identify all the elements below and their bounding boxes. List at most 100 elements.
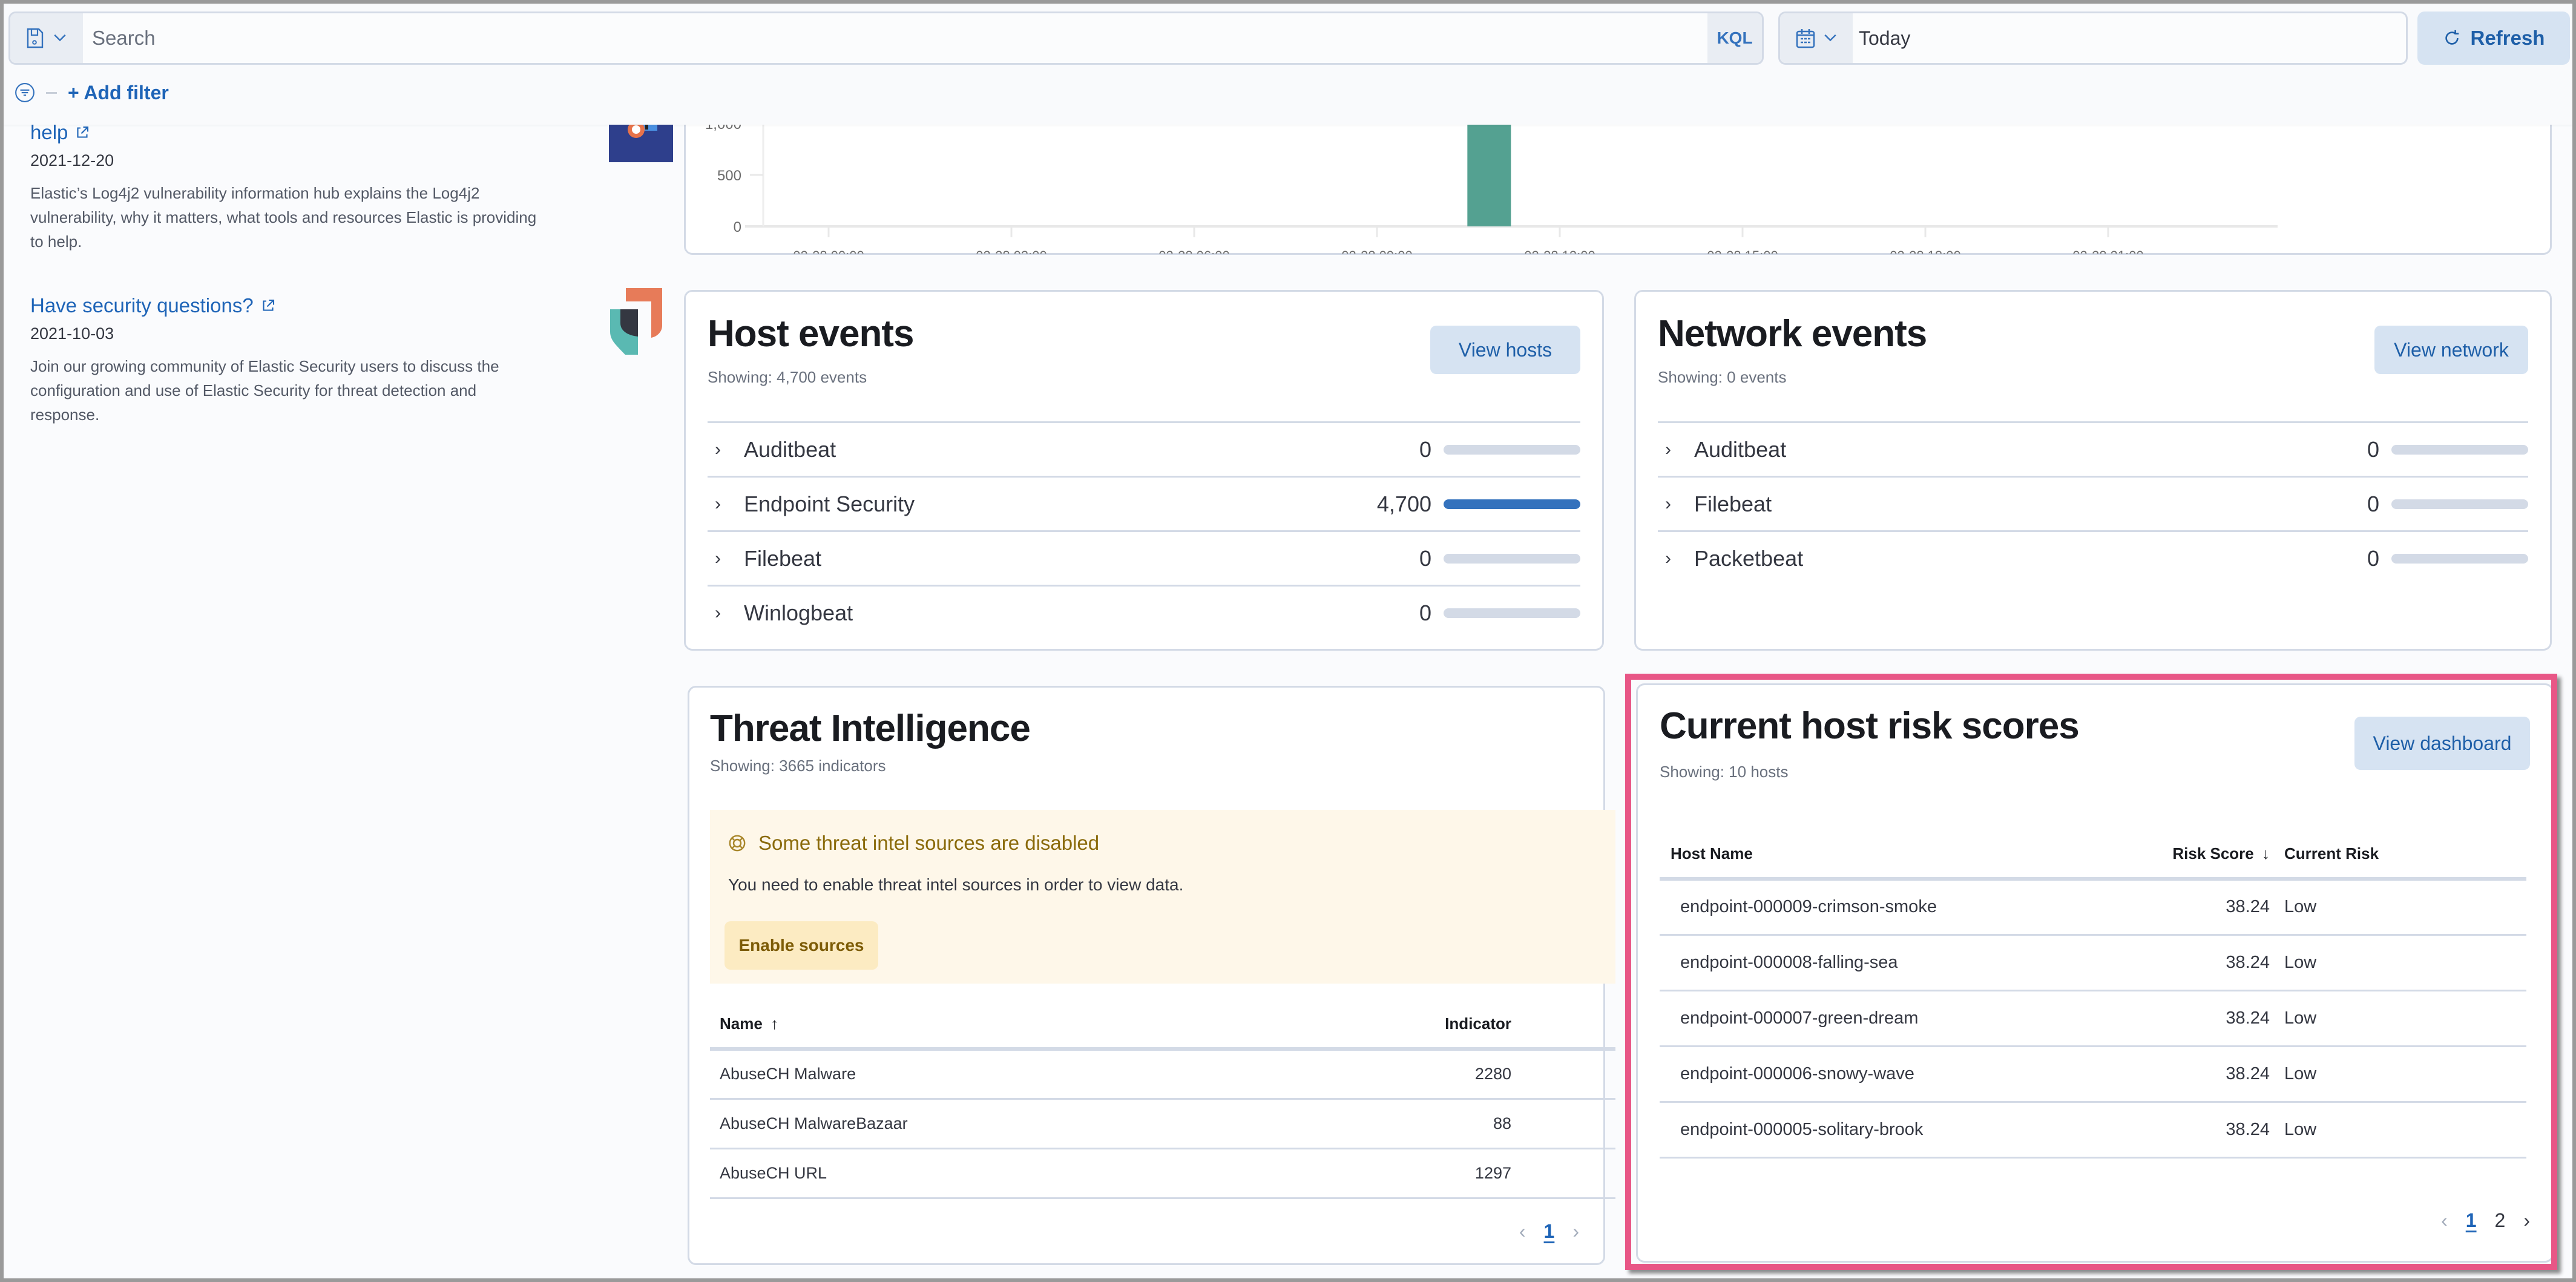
view-network-button[interactable]: View network [2374,326,2528,374]
refresh-button[interactable]: Refresh [2417,12,2570,65]
column-header-risk-score[interactable]: Risk Score ↓ [2132,830,2277,881]
pagination-page-1[interactable]: 1 [1544,1220,1555,1243]
host-name-link[interactable]: endpoint-000005-solitary-brook [1660,1102,2132,1159]
arrow-down-icon: ↓ [2262,844,2270,863]
event-source-row[interactable]: › Endpoint Security 4,700 [708,476,1580,530]
pagination-next-button[interactable]: › [1572,1220,1579,1243]
table-row: AbuseCH Malware 2280 [710,1049,1615,1100]
save-icon [27,28,44,48]
x-tick-label: 02-28 09:00 [1341,248,1412,254]
event-source-count: 0 [2367,545,2379,571]
current-risk-value: Low [2277,990,2526,1047]
date-quick-menu-button[interactable] [1780,13,1853,63]
column-header-name[interactable]: Name ↑ [710,1001,1197,1051]
event-source-row[interactable]: › Winlogbeat 0 [708,585,1580,639]
event-source-progress-bar [1444,499,1580,509]
table-row: AbuseCH MalwareBazaar 88 [710,1099,1615,1149]
x-tick-label: 02-28 12:00 [1524,248,1595,254]
event-source-label: Winlogbeat [744,600,853,625]
elastic-security-icon [610,288,662,370]
refresh-icon [2445,30,2459,45]
progress-fill [1444,499,1580,509]
x-tick-label: 02-28 03:00 [976,248,1046,254]
host-events-card: Host events Showing: 4,700 events View h… [684,290,1604,651]
host-events-title: Host events [708,313,914,355]
column-header-indicator[interactable]: Indicator [1196,1001,1615,1051]
chevron-right-icon[interactable]: › [715,548,739,569]
search-input[interactable] [92,13,1666,63]
news-title-link[interactable]: Have security questions? [30,294,275,317]
add-filter-button[interactable]: + Add filter [68,82,169,104]
chevron-right-icon[interactable]: › [1665,494,1689,514]
event-source-progress-bar [1444,553,1580,564]
event-source-row[interactable]: › Filebeat 0 [1658,476,2528,530]
host-name-link[interactable]: endpoint-000008-falling-sea [1660,935,2132,991]
chevron-right-icon[interactable]: › [715,603,739,623]
chevron-right-icon[interactable]: › [1665,548,1689,569]
column-header-label: Name [720,1014,763,1033]
date-picker: Today [1778,12,2408,65]
host-risk-title: Current host risk scores [1660,705,2080,747]
event-source-label: Auditbeat [1694,436,1787,462]
threat-intel-source-name: AbuseCH MalwareBazaar [710,1099,1197,1149]
host-risk-table: Host Name Risk Score ↓ Current Risk endp… [1660,830,2526,1159]
calendar-icon [1796,29,1815,48]
table-row: AbuseCH URL 1297 [710,1148,1615,1199]
filter-divider [46,91,57,94]
app-page: help 2021-12-20 Elastic’s Log4j2 vulnera… [4,4,2572,1278]
pagination-prev-button[interactable]: ‹ [1519,1220,1526,1243]
pagination-prev-button[interactable]: ‹ [2441,1209,2448,1232]
current-risk-value: Low [2277,879,2526,936]
event-source-row[interactable]: › Auditbeat 0 [708,421,1580,476]
threat-intel-indicator-count: 2280 [1196,1049,1615,1100]
view-dashboard-button[interactable]: View dashboard [2354,717,2530,770]
news-item: help 2021-12-20 Elastic’s Log4j2 vulnera… [30,110,673,254]
host-name-link[interactable]: endpoint-000006-snowy-wave [1660,1046,2132,1103]
query-language-toggle[interactable]: KQL [1707,13,1762,63]
event-source-count: 0 [2367,436,2379,462]
event-source-count: 4,700 [1376,491,1431,516]
event-source-progress-bar [2391,553,2528,564]
event-source-row[interactable]: › Auditbeat 0 [1658,421,2528,476]
filter-row: + Add filter [15,77,169,108]
event-source-progress-bar [2391,444,2528,455]
filter-icon[interactable] [15,82,35,103]
column-header-host-name[interactable]: Host Name [1660,830,2132,881]
news-date: 2021-12-20 [30,151,114,169]
table-row: endpoint-000009-crimson-smoke 38.24 Low [1660,879,2526,936]
network-events-title: Network events [1658,313,1927,355]
host-name-link[interactable]: endpoint-000009-crimson-smoke [1660,879,2132,936]
threat-intel-indicator-count: 1297 [1196,1148,1615,1199]
saved-query-menu-button[interactable] [10,13,83,63]
x-tick-label: 02-28 18:00 [1890,248,1960,254]
x-tick-label: 02-28 00:00 [793,248,864,254]
host-risk-scores-card: Current host risk scores Showing: 10 hos… [1636,683,2554,1263]
risk-score-value: 38.24 [2132,1046,2277,1103]
overview-content: help 2021-12-20 Elastic’s Log4j2 vulnera… [4,52,2572,1278]
date-range-value[interactable]: Today [1859,13,1910,63]
chevron-right-icon[interactable]: › [1665,439,1689,460]
enable-sources-button[interactable]: Enable sources [724,921,878,970]
pagination-page-1[interactable]: 1 [2466,1209,2477,1232]
event-source-row[interactable]: › Filebeat 0 [708,530,1580,585]
current-risk-value: Low [2277,1102,2526,1159]
external-link-icon [263,299,274,311]
pagination-next-button[interactable]: › [2523,1209,2530,1232]
y-tick-label: 0 [734,219,741,235]
chevron-right-icon[interactable]: › [715,494,739,514]
host-events-subtitle: Showing: 4,700 events [708,368,867,386]
elastic-security-logo [610,288,668,370]
threat-intel-title: Threat Intelligence [710,708,1031,749]
view-hosts-button[interactable]: View hosts [1430,326,1580,374]
pagination-page-2[interactable]: 2 [2495,1209,2506,1232]
event-source-row[interactable]: › Packetbeat 0 [1658,530,2528,585]
column-header-label: Current Risk [2284,844,2379,863]
chevron-right-icon[interactable]: › [715,439,739,460]
help-icon [729,835,746,852]
event-source-progress-bar [1444,608,1580,618]
x-tick-label: 02-28 21:00 [2072,248,2143,254]
host-name-link[interactable]: endpoint-000007-green-dream [1660,990,2132,1047]
column-header-current-risk[interactable]: Current Risk [2277,830,2526,881]
threat-intel-source-name: AbuseCH URL [710,1148,1197,1199]
host-risk-subtitle: Showing: 10 hosts [1660,763,1789,781]
